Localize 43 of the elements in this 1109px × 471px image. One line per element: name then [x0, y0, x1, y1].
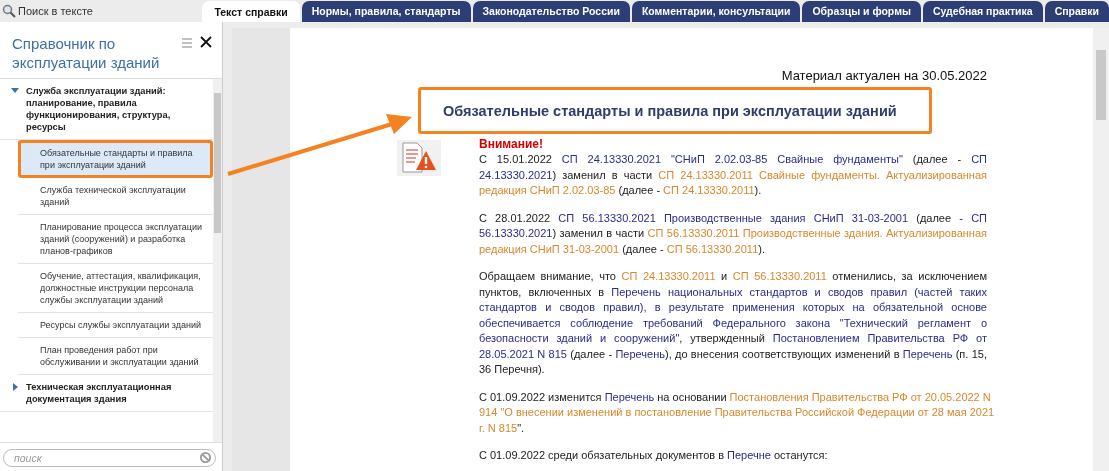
document-title: Обязательные стандарты и правила при эксплуатации зданий	[418, 87, 932, 134]
document-link[interactable]: СП	[971, 211, 987, 224]
tree-group-label[interactable]: Техническая эксплуатационная документация здания	[26, 381, 207, 405]
tab[interactable]: Справки	[1044, 1, 1109, 22]
scrollbar[interactable]	[213, 79, 222, 442]
search-icon[interactable]	[2, 4, 16, 18]
tab[interactable]: Комментарии, консультации	[631, 1, 801, 22]
paragraph-text: С 15.01.2022 СП 24.13330.2021 "СНиП 2.02.03-85 Свайные фундаменты" (далее - СП 24.13330.2021) заменил в части СП 24.13330.2011 Свайные фундаменты. Актуализированная редакция СНиП 2.02.03-85 (далее - СП 24.13330.2011).	[479, 152, 987, 198]
search-field[interactable]: поиск	[3, 449, 216, 467]
tab[interactable]: Судебная практика	[922, 1, 1043, 22]
clear-icon[interactable]	[200, 452, 211, 463]
search-in-text-label[interactable]: Поиск в тексте	[18, 5, 93, 17]
document-link[interactable]: стандартов и сводов правил), в результате применения которых на обязательной основе	[479, 301, 987, 313]
expand-triangle-icon[interactable]	[11, 383, 19, 391]
paragraph-text: Обращаем внимание, что СП 24.13330.2011 и СП 56.13330.2011 отменились, за исключением пунктов, включенных в Перечень национальных стандартов и сводов правил (частей таких стандартов и сводов правил), в результате применения которых на обязательной основе обеспечивается соблюдение требований Федерального закона "Технический регламент о безопасности зданий и сооружений", утвержденный Постановлением Правительства РФ от 28.05.2021 N 815 (далее - Перечень), до внесения соответствующих изменений в Перечень (п. 15, 36 Перечня).	[479, 269, 987, 377]
tree-group-label[interactable]: Служба эксплуатации зданий: планирование, правила функционирования, структура, ресурсы	[26, 85, 207, 133]
document-warning-icon	[397, 140, 441, 176]
document-link[interactable]: 56.13330.2021	[479, 227, 553, 239]
paragraph-text: С 01.09.2022 среди обязательных документов в Перечне останутся:	[479, 448, 829, 463]
document-link[interactable]: СП 56.13330.2021 Производственные здания СНиП 31-03-2001	[558, 211, 909, 224]
tree-item[interactable]: Обязательные стандарты и правила при эксплуатации зданий	[18, 140, 213, 178]
date-note: Материал актуален на 30.05.2022	[780, 68, 988, 83]
paragraph-text: С 28.01.2022 СП 56.13330.2021 Производственные здания СНиП 31-03-2001 (далее - СП 56.13330.2021) заменил в части СП 56.13330.2011 Производственные здания. Актуализированная редакция СНиП 31-03-2001 (далее - СП 56.13330.2011).	[479, 210, 987, 257]
document-link[interactable]: Перечне	[727, 449, 771, 461]
document-link[interactable]: обеспечивается соблюдение требований Федерального закона "Технический регламент о	[479, 316, 987, 329]
document-link[interactable]: 28.05.2021 N 815	[479, 347, 567, 360]
document-link[interactable]: Перечень	[902, 347, 953, 360]
tab[interactable]: Текст справки	[202, 1, 300, 22]
document-link[interactable]: Постановлением Правительства РФ от	[772, 332, 987, 344]
close-icon[interactable]	[200, 36, 212, 48]
scrollbar[interactable]	[1093, 28, 1109, 471]
warning-heading: Внимание!	[479, 137, 544, 152]
tab[interactable]: Нормы, правила, стандарты	[301, 1, 471, 22]
document-link[interactable]: 24.13330.2021	[479, 168, 553, 181]
document-link[interactable]: СП 24.13330.2021 "СНиП 2.02.03-85 Свайные фундаменты"	[561, 153, 903, 165]
document-link[interactable]: СП	[971, 153, 987, 165]
tab[interactable]: Образцы и формы	[802, 1, 921, 22]
document-link[interactable]: Перечень	[604, 390, 655, 403]
document-link[interactable]: Перечень национальных стандартов и сводов правил (частей таких	[611, 285, 987, 298]
document-link[interactable]: безопасности зданий и сооружений"	[479, 332, 680, 344]
collapse-triangle-icon[interactable]	[11, 87, 19, 95]
document-link[interactable]: Перечень	[615, 347, 665, 360]
tab[interactable]: Законодательство России	[472, 1, 630, 22]
